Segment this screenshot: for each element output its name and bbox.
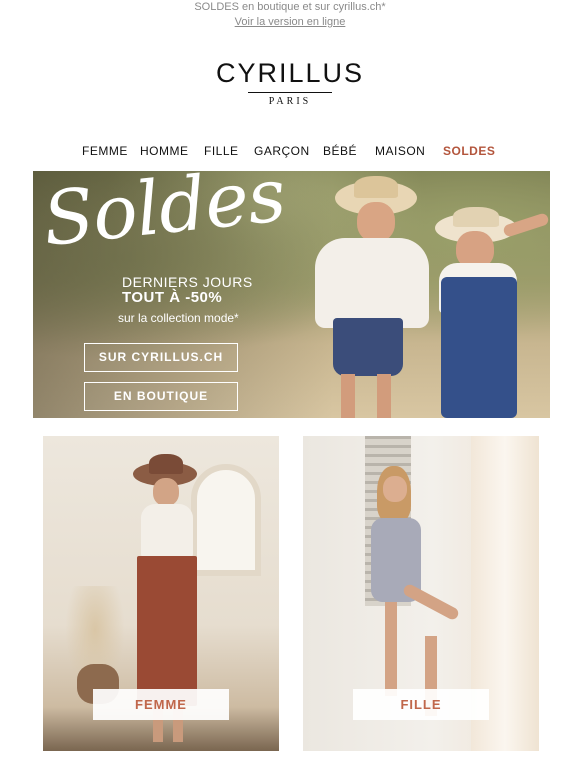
shop-online-button[interactable]: SUR CYRILLUS.CH <box>84 343 238 372</box>
nav-item-garcon[interactable]: GARÇON <box>254 144 310 158</box>
preheader: SOLDES en boutique et sur cyrillus.ch* V… <box>0 0 580 29</box>
logo-divider <box>248 92 332 93</box>
hero-line-collection: sur la collection mode* <box>118 311 239 325</box>
hero-photo-girl-right <box>411 207 550 418</box>
hero-banner[interactable]: Soldes DERNIERS JOURS TOUT À -50% sur la… <box>33 171 550 418</box>
preheader-text: SOLDES en boutique et sur cyrillus.ch* <box>194 1 386 13</box>
main-navigation: FEMME HOMME FILLE GARÇON BÉBÉ MAISON SOL… <box>0 144 580 160</box>
nav-item-femme[interactable]: FEMME <box>82 144 128 158</box>
logo-tagline: PARIS <box>268 96 312 107</box>
tile-femme[interactable]: FEMME <box>43 436 279 751</box>
nav-item-maison[interactable]: MAISON <box>375 144 425 158</box>
nav-item-homme[interactable]: HOMME <box>140 144 189 158</box>
tile-femme-label[interactable]: FEMME <box>93 689 229 720</box>
nav-item-bebe[interactable]: BÉBÉ <box>323 144 357 158</box>
hero-line-discount: TOUT À -50% <box>122 289 223 306</box>
tile-fille-label[interactable]: FILLE <box>353 689 489 720</box>
tile-fille[interactable]: FILLE <box>303 436 539 751</box>
hero-line-last-days: DERNIERS JOURS <box>122 274 253 290</box>
nav-item-soldes[interactable]: SOLDES <box>443 144 495 158</box>
in-store-button[interactable]: EN BOUTIQUE <box>84 382 238 411</box>
logo-wordmark: CYRILLUS <box>215 58 365 88</box>
brand-logo[interactable]: CYRILLUS PARIS <box>0 58 580 107</box>
nav-item-fille[interactable]: FILLE <box>204 144 239 158</box>
view-online-link[interactable]: Voir la version en ligne <box>235 15 346 29</box>
